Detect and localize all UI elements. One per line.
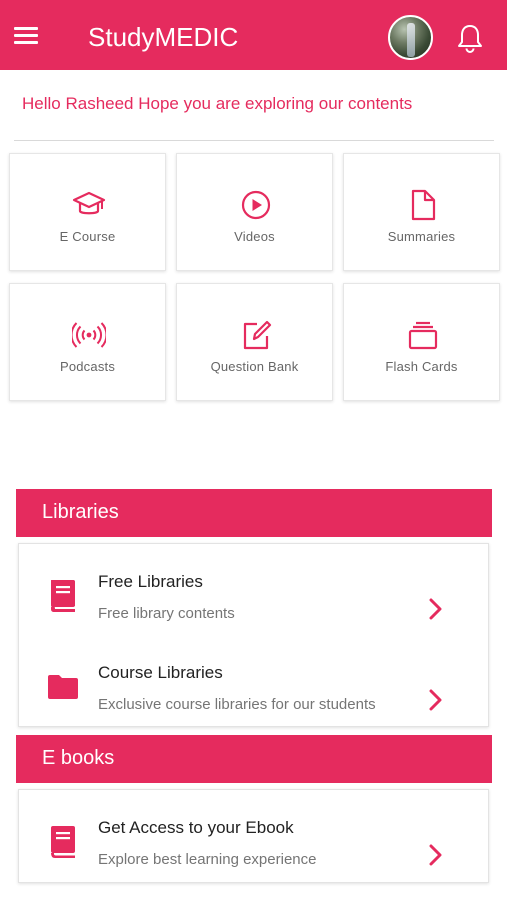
tile-question-bank[interactable]: Question Bank <box>176 283 333 401</box>
greeting-text: Hello Rasheed Hope you are exploring our… <box>22 94 413 113</box>
avatar[interactable] <box>388 15 433 60</box>
list-item-ebook-access[interactable]: Get Access to your Ebook Explore best le… <box>19 790 490 876</box>
section-title: Libraries <box>42 501 119 523</box>
app-header: StudyMEDIC <box>0 0 507 70</box>
book-icon <box>51 580 75 612</box>
graduation-cap-icon <box>72 191 106 215</box>
chevron-right-icon <box>429 844 442 866</box>
tile-flash-cards[interactable]: Flash Cards <box>343 283 500 401</box>
chevron-right-icon <box>429 598 442 620</box>
libraries-card: Free Libraries Free library contents Cou… <box>18 543 489 727</box>
libraries-header: Libraries <box>16 489 492 537</box>
play-circle-icon <box>241 190 271 220</box>
tile-label: Flash Cards <box>385 359 458 374</box>
book-icon <box>51 826 75 858</box>
tile-label: Videos <box>234 229 275 244</box>
item-title: Get Access to your Ebook <box>98 818 294 837</box>
tile-label: Podcasts <box>59 359 116 374</box>
divider <box>14 140 494 141</box>
tile-summaries[interactable]: Summaries <box>343 153 500 271</box>
list-item-course-libraries[interactable]: Course Libraries Exclusive course librar… <box>19 635 490 721</box>
tile-e-course[interactable]: E Course <box>9 153 166 271</box>
tile-label: Question Bank <box>210 359 299 374</box>
hamburger-menu-icon[interactable] <box>14 27 38 45</box>
item-subtitle: Explore best learning experience <box>98 851 317 868</box>
item-subtitle: Exclusive course libraries for our stude… <box>98 696 376 713</box>
section-title: E books <box>42 747 115 769</box>
broadcast-icon <box>72 322 106 348</box>
item-subtitle: Free library contents <box>98 605 235 622</box>
item-title: Course Libraries <box>98 663 223 682</box>
tile-label: E Course <box>59 229 116 244</box>
bell-icon[interactable] <box>456 23 484 53</box>
item-title: Free Libraries <box>98 572 203 591</box>
ebooks-header: E books <box>16 735 492 783</box>
tile-podcasts[interactable]: Podcasts <box>9 283 166 401</box>
document-icon <box>411 189 436 221</box>
tile-label: Summaries <box>387 229 456 244</box>
app-title: StudyMEDIC <box>88 22 239 52</box>
folder-icon <box>48 675 78 699</box>
list-item-free-libraries[interactable]: Free Libraries Free library contents <box>19 544 490 630</box>
cards-stack-icon <box>408 321 438 350</box>
chevron-right-icon <box>429 689 442 711</box>
ebooks-card: Get Access to your Ebook Explore best le… <box>18 789 489 883</box>
edit-icon <box>243 320 272 350</box>
tile-videos[interactable]: Videos <box>176 153 333 271</box>
